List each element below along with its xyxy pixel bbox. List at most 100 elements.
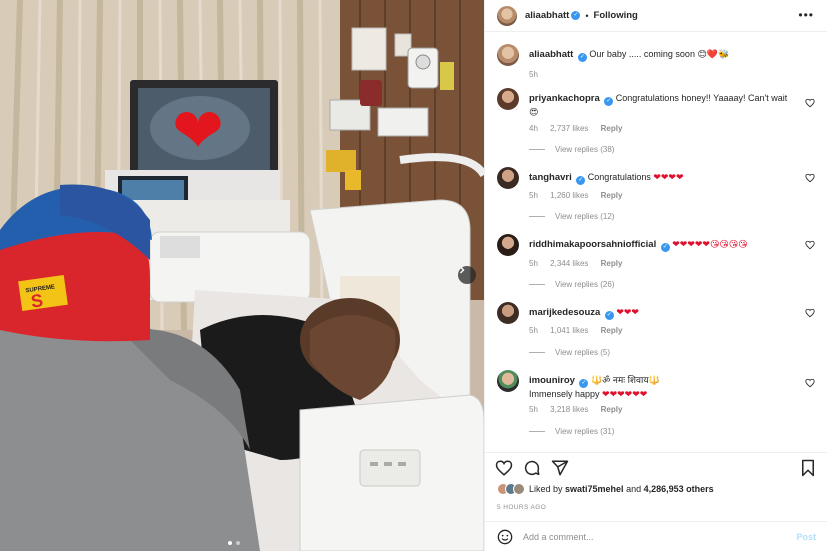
- share-icon[interactable]: [551, 459, 569, 477]
- action-bar: [485, 452, 827, 480]
- more-icon[interactable]: •••: [798, 9, 814, 21]
- author-avatar[interactable]: [497, 5, 517, 26]
- comment-body: riddhimakapoorsahniofficial ✓ ❤❤❤❤❤😘😘😘😘: [529, 238, 799, 252]
- comments-list: aliaabhatt ✓ Our baby ..... coming soon …: [485, 40, 827, 450]
- comment-emojis: ❤❤❤❤: [653, 172, 684, 182]
- photo-illustration: SUPREME S ❤: [0, 0, 484, 551]
- comment-body: priyankachopra ✓ Congratulations honey!!…: [529, 92, 799, 118]
- comment-avatar[interactable]: [497, 88, 519, 110]
- comment-likes[interactable]: 1,041 likes: [550, 326, 588, 335]
- comment-meta: 5h 2,344 likes Reply: [529, 259, 632, 268]
- caption-avatar[interactable]: [497, 44, 519, 66]
- carousel-indicator: [228, 541, 240, 545]
- view-replies-button[interactable]: View replies (38): [529, 145, 614, 154]
- comment-avatar[interactable]: [497, 302, 519, 324]
- liker-avatar: [513, 483, 525, 495]
- view-replies-button[interactable]: View replies (31): [529, 427, 614, 436]
- comment-text-2: Immensely happy: [529, 389, 603, 399]
- comment-likes[interactable]: 3,218 likes: [550, 405, 588, 414]
- comment-emojis: ❤❤❤❤❤😘😘😘😘: [672, 239, 748, 249]
- post-comment-button[interactable]: Post: [796, 532, 816, 542]
- likes-prefix: Liked by: [529, 484, 566, 494]
- caption-time: 5h: [529, 70, 538, 79]
- comment-likes[interactable]: 1,260 likes: [550, 191, 588, 200]
- view-replies-label[interactable]: View replies (26): [555, 280, 614, 289]
- comment-likes[interactable]: 2,737 likes: [550, 124, 588, 133]
- comment-meta: 5h 1,260 likes Reply: [529, 191, 632, 200]
- emoji-icon[interactable]: [497, 529, 513, 545]
- verified-icon: ✓: [604, 97, 614, 106]
- verified-icon: ✓: [604, 311, 614, 320]
- heart-icon[interactable]: [805, 240, 815, 250]
- likes-text: Liked by swati75mehel and 4,286,953 othe…: [529, 484, 714, 494]
- heart-icon[interactable]: [805, 173, 815, 183]
- view-replies-label[interactable]: View replies (31): [555, 427, 614, 436]
- comment-likes[interactable]: 2,344 likes: [550, 259, 588, 268]
- comment-username[interactable]: priyankachopra: [529, 93, 600, 104]
- caption-text: Our baby ..... coming soon: [589, 49, 698, 59]
- separator-dot: •: [585, 10, 589, 21]
- view-replies-label[interactable]: View replies (12): [555, 212, 614, 221]
- post-details-panel: aliaabhatt ✓ • Following ••• aliaabhatt …: [484, 0, 827, 551]
- carousel-next-button[interactable]: [458, 266, 476, 284]
- comment-emojis: ❤❤❤: [616, 307, 639, 317]
- following-button[interactable]: Following: [594, 10, 638, 21]
- caption-meta: 5h: [529, 70, 548, 79]
- comment-username[interactable]: riddhimakapoorsahniofficial: [529, 239, 656, 250]
- liked-by-username[interactable]: swati75mehel: [565, 484, 624, 494]
- heart-icon[interactable]: [805, 308, 815, 318]
- caption-body: aliaabhatt ✓ Our baby ..... coming soon …: [529, 48, 799, 62]
- reply-button[interactable]: Reply: [601, 259, 623, 268]
- caption-username[interactable]: aliaabhatt: [529, 49, 573, 60]
- reply-button[interactable]: Reply: [601, 124, 623, 133]
- heart-sticker: ❤: [172, 94, 224, 167]
- divider-line: [529, 284, 545, 285]
- divider-line: [529, 352, 545, 353]
- verified-icon: ✓: [571, 11, 581, 20]
- author-username[interactable]: aliaabhatt: [525, 10, 569, 21]
- view-replies-label[interactable]: View replies (5): [555, 348, 610, 357]
- comment-username[interactable]: tanghavri: [529, 172, 572, 183]
- view-replies-button[interactable]: View replies (26): [529, 280, 614, 289]
- likes-count[interactable]: 4,286,953 others: [644, 484, 714, 494]
- carousel-dot: [228, 541, 232, 545]
- likes-summary: Liked by swati75mehel and 4,286,953 othe…: [497, 483, 714, 495]
- comment-text: 🔱ॐ नमः शिवाय🔱: [590, 375, 660, 385]
- comment-text: Congratulations honey!! Yaaaay! Can't wa…: [615, 93, 788, 103]
- reply-button[interactable]: Reply: [601, 326, 623, 335]
- comment-avatar[interactable]: [497, 370, 519, 392]
- comment-text: Congratulations: [587, 172, 654, 182]
- comment-time: 5h: [529, 326, 538, 335]
- bookmark-icon[interactable]: [799, 459, 817, 477]
- verified-icon: ✓: [577, 53, 587, 62]
- comment-avatar[interactable]: [497, 234, 519, 256]
- add-comment-bar: Post: [485, 521, 827, 551]
- comment-username[interactable]: marijkedesouza: [529, 307, 600, 318]
- comment-emojis: ❤❤❤❤❤❤: [602, 389, 648, 399]
- post-photo: SUPREME S ❤: [0, 0, 484, 551]
- heart-icon[interactable]: [805, 378, 815, 388]
- verified-icon: ✓: [576, 176, 586, 185]
- comment-emojis: 😍: [529, 107, 539, 117]
- view-replies-button[interactable]: View replies (5): [529, 348, 610, 357]
- post-timestamp: 5 HOURS AGO: [497, 504, 547, 511]
- comment-body: imouniroy ✓ 🔱ॐ नमः शिवाय🔱 Immensely happ…: [529, 374, 799, 400]
- comment-input[interactable]: [523, 531, 797, 542]
- comment-meta: 5h 1,041 likes Reply: [529, 326, 632, 335]
- comment-time: 4h: [529, 124, 538, 133]
- comment-body: marijkedesouza ✓ ❤❤❤: [529, 306, 799, 320]
- heart-icon[interactable]: [495, 459, 513, 477]
- comment-time: 5h: [529, 191, 538, 200]
- comment-icon[interactable]: [523, 459, 541, 477]
- heart-icon[interactable]: [805, 98, 815, 108]
- comment-username[interactable]: imouniroy: [529, 375, 575, 386]
- post-header: aliaabhatt ✓ • Following •••: [485, 0, 827, 32]
- carousel-dot: [236, 541, 240, 545]
- comment-avatar[interactable]: [497, 167, 519, 189]
- view-replies-button[interactable]: View replies (12): [529, 212, 614, 221]
- verified-icon: ✓: [660, 243, 670, 252]
- comment-meta: 4h 2,737 likes Reply: [529, 124, 632, 133]
- view-replies-label[interactable]: View replies (38): [555, 145, 614, 154]
- reply-button[interactable]: Reply: [601, 191, 623, 200]
- reply-button[interactable]: Reply: [601, 405, 623, 414]
